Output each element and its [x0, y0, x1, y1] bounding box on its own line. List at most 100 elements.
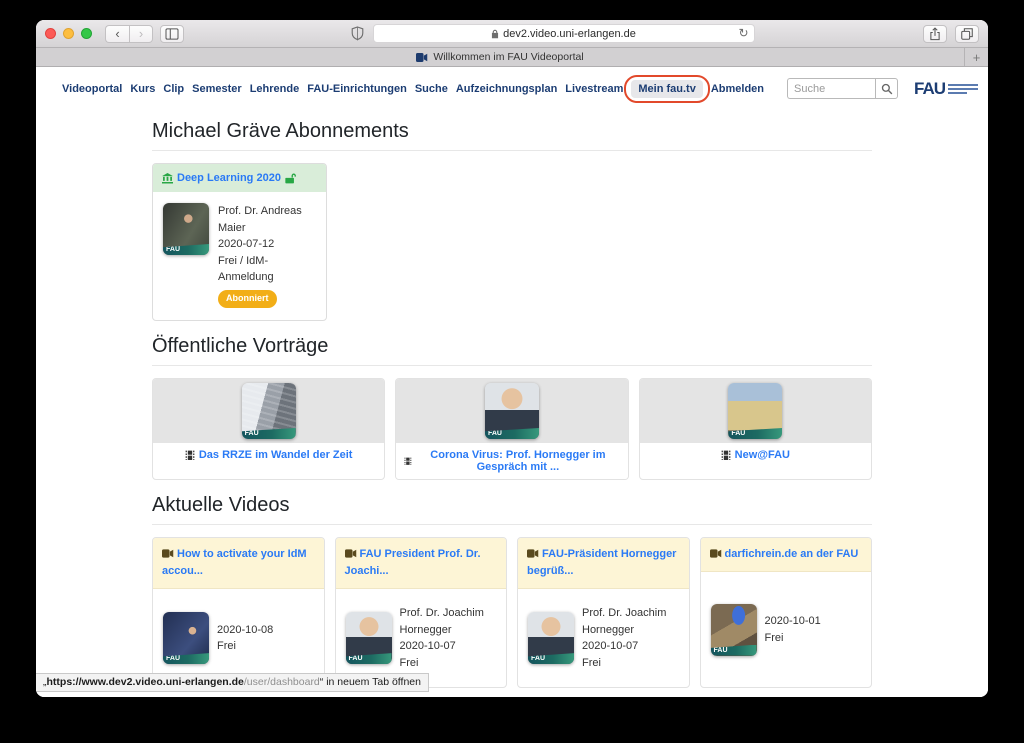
publish-date: 2020-10-07: [400, 638, 497, 655]
subscription-card: Deep Learning 2020 FAU Prof. Dr. Andreas…: [152, 163, 327, 321]
video-link[interactable]: Corona Virus: Prof. Hornegger im Gespräc…: [416, 449, 620, 473]
video-link[interactable]: New@FAU: [735, 449, 790, 461]
publish-date: 2020-10-01: [765, 613, 821, 630]
video-thumbnail[interactable]: FAU: [163, 612, 209, 664]
address-bar[interactable]: dev2.video.uni-erlangen.de ↻: [373, 24, 755, 43]
tabs-icon: [961, 28, 973, 40]
fau-watermark: FAU: [528, 653, 574, 664]
video-camera-tab-icon: [416, 53, 428, 62]
recent-videos-heading: Aktuelle Videos: [152, 494, 872, 517]
fau-logo-wordmark-lines: [948, 84, 978, 94]
tab-title: Willkommen im FAU Videoportal: [433, 51, 583, 63]
nav-item-mein-fautv[interactable]: Mein fau.tv: [631, 80, 702, 98]
fau-watermark: FAU: [163, 244, 209, 255]
video-meta: 2020-10-08 Frei: [217, 622, 273, 655]
film-icon: [404, 456, 412, 466]
video-link[interactable]: FAU President Prof. Dr. Joachi...: [345, 548, 481, 577]
film-icon: [721, 450, 731, 460]
nav-item-videoportal[interactable]: Videoportal: [62, 83, 122, 95]
tab-overview-button[interactable]: [955, 25, 979, 43]
fau-watermark: FAU: [485, 428, 539, 439]
video-link[interactable]: darfichrein.de an der FAU: [725, 548, 859, 560]
forward-button[interactable]: ›: [129, 25, 153, 43]
video-camera-icon: [345, 549, 357, 558]
video-link[interactable]: FAU-Präsident Hornegger begrüß...: [527, 548, 676, 577]
nav-item-clip[interactable]: Clip: [163, 83, 184, 95]
video-thumbnail[interactable]: FAU: [528, 612, 574, 664]
public-lecture-card: FAU New@FAU: [639, 378, 872, 480]
video-thumbnail[interactable]: FAU: [163, 203, 209, 255]
zoom-window-button[interactable]: [81, 28, 92, 39]
subscription-card-header: Deep Learning 2020: [153, 164, 326, 192]
video-card: darfichrein.de an der FAU FAU 2020-10-01…: [700, 537, 873, 688]
video-card-body: FAU Prof. Dr. Joachim Hornegger 2020-10-…: [518, 589, 689, 687]
status-url-domain: https://www.dev2.video.uni-erlangen.de: [47, 676, 244, 688]
nav-item-suche[interactable]: Suche: [415, 83, 448, 95]
fau-logo[interactable]: FAU: [914, 79, 978, 99]
subscription-card-body: FAU Prof. Dr. Andreas Maier 2020-07-12 F…: [153, 192, 326, 320]
video-thumbnail[interactable]: FAU: [242, 383, 296, 439]
author-name: Prof. Dr. Joachim Hornegger: [582, 605, 679, 638]
minimize-window-button[interactable]: [63, 28, 74, 39]
course-link[interactable]: Deep Learning 2020: [177, 172, 281, 184]
privacy-shield-button[interactable]: [351, 26, 364, 41]
new-tab-button[interactable]: +: [964, 48, 988, 66]
nav-item-fau-einrichtungen[interactable]: FAU-Einrichtungen: [307, 83, 407, 95]
public-lecture-card: FAU Corona Virus: Prof. Hornegger im Ges…: [395, 378, 628, 480]
video-link[interactable]: How to activate your IdM accou...: [162, 548, 307, 577]
thumbnail-area: FAU: [153, 379, 384, 443]
video-link-row: Das RRZE im Wandel der Zeit: [153, 443, 384, 467]
share-button[interactable]: [923, 25, 947, 43]
publish-date: 2020-10-08: [217, 622, 273, 639]
close-window-button[interactable]: [45, 28, 56, 39]
access-info: Frei: [217, 638, 273, 655]
publish-date: 2020-10-07: [582, 638, 679, 655]
sidebar-toggle-button[interactable]: [160, 25, 184, 43]
video-thumbnail[interactable]: FAU: [485, 383, 539, 439]
access-info: Frei: [582, 655, 679, 672]
video-card-body: FAU 2020-10-01 Frei: [701, 572, 872, 687]
tab-willkommen[interactable]: Willkommen im FAU Videoportal: [36, 48, 964, 66]
nav-item-aufzeichnungsplan[interactable]: Aufzeichnungsplan: [456, 83, 557, 95]
fau-watermark: FAU: [346, 653, 392, 664]
video-card-header: How to activate your IdM accou...: [153, 538, 324, 589]
divider: [152, 524, 872, 525]
video-thumbnail[interactable]: FAU: [711, 604, 757, 656]
safari-window: ‹ › dev2.video.uni-erlangen.de ↻: [36, 20, 988, 697]
history-nav-buttons: ‹ ›: [105, 25, 153, 43]
video-link-row: New@FAU: [640, 443, 871, 467]
video-camera-icon: [710, 549, 722, 558]
divider: [152, 150, 872, 151]
sidebar-icon: [165, 28, 179, 40]
divider: [152, 365, 872, 366]
video-card-header: FAU President Prof. Dr. Joachi...: [336, 538, 507, 589]
nav-item-abmelden[interactable]: Abmelden: [711, 83, 764, 95]
window-controls: [45, 28, 92, 39]
video-thumbnail[interactable]: FAU: [728, 383, 782, 439]
titlebar-right-buttons: [923, 25, 979, 43]
thumbnail-area: FAU: [640, 379, 871, 443]
access-info: Frei: [765, 630, 821, 647]
video-meta: 2020-10-01 Frei: [765, 613, 821, 646]
video-thumbnail[interactable]: FAU: [346, 612, 392, 664]
nav-item-semester[interactable]: Semester: [192, 83, 242, 95]
padlock-icon: [491, 29, 499, 39]
status-url-path: /user/dashboard: [244, 676, 320, 688]
public-lectures-heading: Öffentliche Vorträge: [152, 335, 872, 358]
thumbnail-area: FAU: [396, 379, 627, 443]
search-button[interactable]: [875, 78, 898, 99]
shield-icon: [351, 26, 364, 41]
back-button[interactable]: ‹: [105, 25, 129, 43]
nav-item-kurs[interactable]: Kurs: [130, 83, 155, 95]
search-input[interactable]: [787, 78, 875, 99]
recent-videos-row-1: How to activate your IdM accou... FAU 20…: [152, 537, 872, 688]
status-suffix: “ in neuem Tab öffnen: [320, 676, 421, 688]
nav-item-lehrende[interactable]: Lehrende: [250, 83, 300, 95]
subscriptions-heading: Michael Gräve Abonnements: [152, 120, 872, 143]
tab-bar: Willkommen im FAU Videoportal +: [36, 48, 988, 67]
fau-watermark: FAU: [711, 645, 757, 656]
nav-item-livestream[interactable]: Livestream: [565, 83, 623, 95]
reload-button[interactable]: ↻: [738, 26, 748, 40]
public-lectures-grid: FAU Das RRZE im Wandel der Zeit FAU: [152, 378, 872, 480]
video-link[interactable]: Das RRZE im Wandel der Zeit: [199, 449, 353, 461]
